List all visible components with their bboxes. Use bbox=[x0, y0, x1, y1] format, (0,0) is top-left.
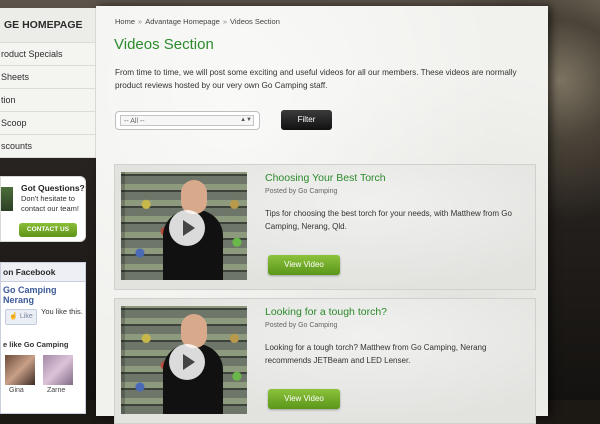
breadcrumb-separator: » bbox=[138, 17, 143, 26]
facebook-heading: on Facebook bbox=[1, 263, 85, 282]
sidebar-item-sheets[interactable]: Sheets bbox=[0, 66, 95, 89]
sidebar-heading[interactable]: GE HOMEPAGE bbox=[0, 8, 95, 43]
filter-button[interactable]: Filter bbox=[281, 110, 332, 130]
facebook-like-label: Like bbox=[19, 313, 33, 320]
video-thumbnail[interactable] bbox=[121, 306, 247, 414]
view-video-button[interactable]: View Video bbox=[268, 255, 340, 275]
fan-name[interactable]: Gina bbox=[9, 387, 24, 394]
video-title[interactable]: Looking for a tough torch? bbox=[265, 306, 387, 318]
video-description: Tips for choosing the best torch for you… bbox=[265, 209, 512, 231]
video-title[interactable]: Choosing Your Best Torch bbox=[265, 172, 386, 184]
sidebar-item-tion[interactable]: tion bbox=[0, 89, 95, 112]
questions-text: Don't hesitate to contact our team! bbox=[21, 194, 79, 213]
play-icon[interactable] bbox=[169, 210, 205, 246]
video-card: Choosing Your Best Torch Posted by Go Ca… bbox=[114, 164, 536, 290]
breadcrumb-separator: » bbox=[222, 17, 227, 26]
questions-box: Got Questions? Don't hesitate to contact… bbox=[0, 176, 86, 242]
fan-avatar[interactable] bbox=[43, 355, 73, 385]
sidebar-item-scoop[interactable]: Scoop bbox=[0, 112, 95, 135]
facebook-people-like: e like Go Camping bbox=[3, 340, 69, 349]
facebook-page-name[interactable]: Go Camping Nerang bbox=[3, 285, 85, 305]
facebook-like-button[interactable]: ☝ Like bbox=[5, 309, 37, 325]
video-description: Looking for a tough torch? Matthew from … bbox=[265, 343, 487, 365]
staff-avatar bbox=[1, 187, 13, 211]
fan-name[interactable]: Zarne bbox=[47, 387, 65, 394]
select-arrows-icon: ▲▼ bbox=[240, 117, 252, 123]
thumbs-up-icon: ☝ bbox=[9, 313, 18, 320]
intro-text: From time to time, we will post some exc… bbox=[115, 68, 517, 90]
sidebar: GE HOMEPAGE roduct Specials Sheets tion … bbox=[0, 8, 96, 414]
category-select[interactable]: -- All -- ▲▼ bbox=[115, 111, 260, 130]
video-meta: Posted by Go Camping bbox=[265, 322, 338, 329]
breadcrumb-advantage-homepage[interactable]: Advantage Homepage bbox=[145, 17, 220, 26]
play-icon[interactable] bbox=[169, 344, 205, 380]
view-video-button[interactable]: View Video bbox=[268, 389, 340, 409]
questions-title: Got Questions? bbox=[21, 183, 85, 193]
sidebar-nav: GE HOMEPAGE roduct Specials Sheets tion … bbox=[0, 8, 96, 158]
presenter-head bbox=[181, 314, 207, 348]
contact-us-button[interactable]: CONTACT US bbox=[19, 223, 77, 237]
facebook-you-like: You like this. bbox=[41, 307, 83, 316]
sidebar-item-product-specials[interactable]: roduct Specials bbox=[0, 43, 95, 66]
breadcrumb: Home» Advantage Homepage» Videos Section bbox=[115, 17, 280, 26]
category-select-value: -- All -- bbox=[120, 115, 254, 126]
facebook-widget: on Facebook Go Camping Nerang ☝ Like You… bbox=[0, 262, 86, 414]
sidebar-item-discounts[interactable]: scounts bbox=[0, 135, 95, 158]
presenter-head bbox=[181, 180, 207, 214]
video-card: Looking for a tough torch? Posted by Go … bbox=[114, 298, 536, 424]
fan-avatar[interactable] bbox=[5, 355, 35, 385]
video-thumbnail[interactable] bbox=[121, 172, 247, 280]
breadcrumb-home[interactable]: Home bbox=[115, 17, 135, 26]
breadcrumb-current: Videos Section bbox=[230, 17, 280, 26]
page-title: Videos Section bbox=[114, 36, 214, 53]
video-meta: Posted by Go Camping bbox=[265, 188, 338, 195]
